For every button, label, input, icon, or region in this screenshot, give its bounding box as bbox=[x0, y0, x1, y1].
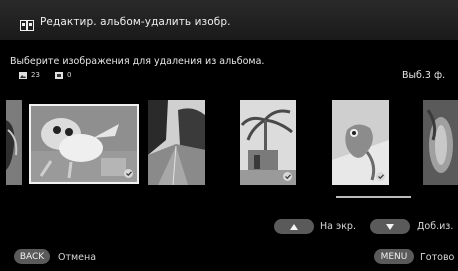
photo-icon bbox=[19, 71, 27, 79]
done-label: Готово bbox=[420, 252, 455, 263]
video-count-value: 0 bbox=[67, 71, 72, 79]
scroll-indicator bbox=[336, 196, 411, 198]
photo-count-value: 23 bbox=[31, 71, 40, 79]
back-button-text: BACK bbox=[19, 251, 45, 262]
thumbnail-5[interactable] bbox=[423, 100, 458, 185]
page-up-button[interactable] bbox=[274, 219, 314, 234]
page-title: Редактир. альбом-удалить изобр. bbox=[40, 16, 231, 28]
instruction-text: Выберите изображения для удаления из аль… bbox=[10, 56, 265, 67]
back-button[interactable]: BACK bbox=[14, 249, 50, 264]
video-count: 0 bbox=[55, 71, 71, 79]
title-bar: Редактир. альбом-удалить изобр. bbox=[0, 0, 458, 40]
selected-count: Выб.3 ф. bbox=[402, 70, 446, 81]
menu-button-text: MENU bbox=[380, 251, 408, 262]
video-icon bbox=[55, 71, 63, 79]
menu-button[interactable]: MENU bbox=[374, 249, 414, 264]
photo-count: 23 bbox=[19, 71, 40, 79]
thumbnail-2[interactable] bbox=[148, 100, 205, 185]
thumbnail-3[interactable] bbox=[240, 100, 296, 185]
thumbnail-4[interactable] bbox=[332, 100, 389, 185]
page-down-button[interactable] bbox=[370, 219, 410, 234]
selection-frame bbox=[29, 104, 139, 184]
page-up-label: На экр. bbox=[320, 221, 356, 232]
add-label: Доб.из. bbox=[417, 221, 454, 232]
album-icon bbox=[20, 20, 34, 31]
thumbnail-0[interactable] bbox=[6, 100, 22, 185]
arrow-down-icon bbox=[386, 223, 394, 230]
cancel-label: Отмена bbox=[58, 252, 97, 263]
selected-check-icon bbox=[376, 172, 385, 181]
arrow-up-icon bbox=[290, 223, 298, 230]
selected-check-icon bbox=[283, 172, 292, 181]
